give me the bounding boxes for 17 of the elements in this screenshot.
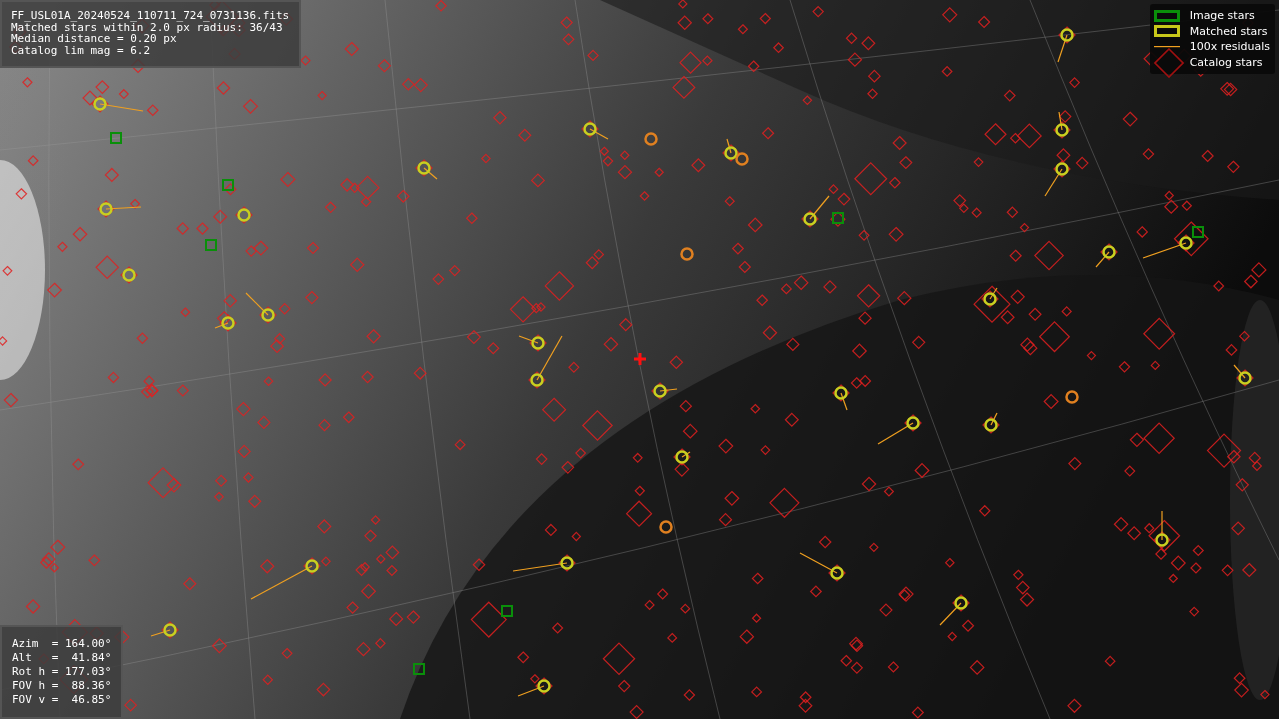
pointing-text: FOV h = 88.36° [12, 679, 112, 693]
diamond-icon [1153, 47, 1184, 78]
info-text: Matched stars within 2.0 px radius: 36/43 [11, 21, 283, 33]
info-text: Catalog lim mag = 6.2 [11, 44, 152, 56]
info-text: Median distance = 0.20 px [11, 33, 177, 45]
line-icon [1153, 45, 1180, 49]
legend-label: Image stars [1189, 8, 1256, 24]
rectangle-icon [1153, 25, 1180, 38]
legend-label: Catalog stars [1189, 54, 1264, 71]
info-text: FF_USL01A_20240524_110711_724_0731136.fits [11, 10, 290, 22]
pointing-text: Alt = 41.84° [12, 651, 112, 665]
legend-label: Matched stars [1189, 23, 1269, 39]
legend-label: 100x residuals [1189, 39, 1270, 55]
pointing-text: Rot h = 177.03° [12, 665, 112, 679]
pointing-text: FOV v = 46.85° [12, 693, 112, 707]
rectangle-icon [1153, 9, 1180, 22]
pointing-text: Azim = 164.00° [12, 637, 112, 651]
